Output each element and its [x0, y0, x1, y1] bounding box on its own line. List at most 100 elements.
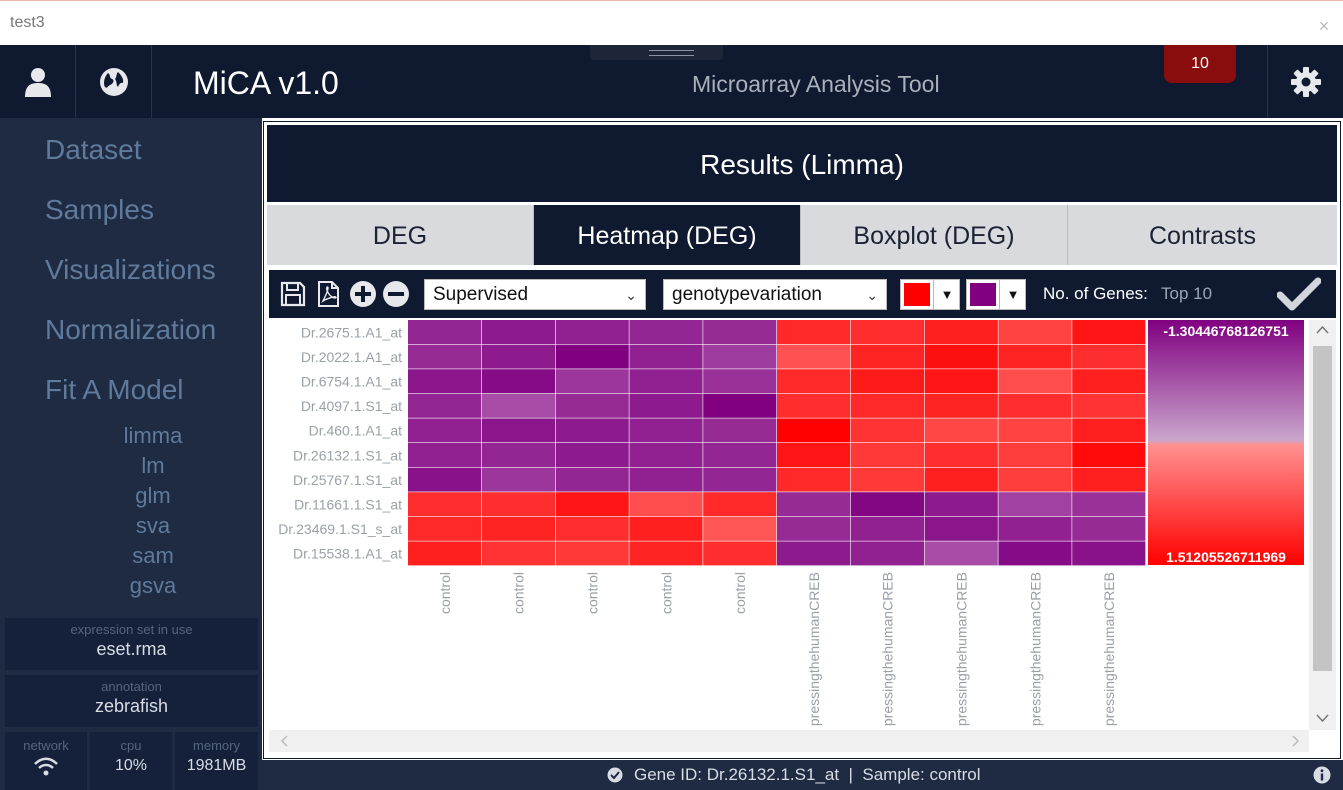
heatmap-cell[interactable] [555, 320, 629, 344]
chevron-down-icon[interactable] [1309, 708, 1336, 728]
heatmap-cell[interactable] [998, 541, 1072, 566]
heatmap-cell[interactable] [1072, 369, 1146, 394]
genes-count-value[interactable]: Top 10 [1161, 284, 1212, 304]
heatmap-cell[interactable] [998, 492, 1072, 517]
heatmap-cell[interactable] [998, 393, 1072, 418]
heatmap-cell[interactable] [850, 443, 924, 467]
heatmap-cell[interactable] [850, 492, 924, 517]
heatmap-cell[interactable] [703, 320, 777, 344]
vertical-scrollbar[interactable] [1309, 320, 1336, 730]
heatmap-cell[interactable] [408, 541, 482, 566]
sidebar-subitem-gsva[interactable]: gsva [22, 573, 284, 599]
heatmap-cell[interactable] [481, 467, 555, 492]
heatmap-cell[interactable] [629, 418, 703, 443]
sidebar-subitem-lm[interactable]: lm [22, 453, 284, 479]
sidebar-subitem-glm[interactable]: glm [22, 483, 284, 509]
heatmap-cell[interactable] [703, 344, 777, 369]
heatmap-cell[interactable] [703, 467, 777, 492]
heatmap-cell[interactable] [629, 516, 703, 541]
heatmap-cell[interactable] [555, 492, 629, 517]
heatmap-cell[interactable] [998, 467, 1072, 492]
sidebar-item-samples[interactable]: Samples [45, 194, 154, 226]
sidebar-subitem-sva[interactable]: sva [22, 513, 284, 539]
heatmap-cell[interactable] [777, 492, 851, 517]
heatmap-cell[interactable] [924, 467, 998, 492]
heatmap-cell[interactable] [998, 320, 1072, 344]
heatmap-cell[interactable] [998, 344, 1072, 369]
heatmap-cell[interactable] [924, 541, 998, 566]
heatmap-cell[interactable] [555, 541, 629, 566]
heatmap-cell[interactable] [555, 393, 629, 418]
heatmap-cell[interactable] [850, 467, 924, 492]
sidebar-item-visualizations[interactable]: Visualizations [45, 254, 216, 286]
heatmap-cell[interactable] [629, 492, 703, 517]
heatmap-cell[interactable] [408, 443, 482, 467]
pdf-icon[interactable] [314, 280, 342, 308]
heatmap-cell[interactable] [924, 418, 998, 443]
heatmap-cell[interactable] [555, 344, 629, 369]
tab-deg[interactable]: DEG [267, 205, 534, 265]
heatmap-cell[interactable] [1072, 320, 1146, 344]
drag-handle[interactable] [590, 45, 723, 60]
heatmap-cell[interactable] [850, 369, 924, 394]
sidebar-item-dataset[interactable]: Dataset [45, 134, 142, 166]
heatmap-cell[interactable] [555, 467, 629, 492]
heatmap-cell[interactable] [777, 320, 851, 344]
chevron-right-icon[interactable] [1285, 730, 1305, 752]
heatmap-cell[interactable] [555, 369, 629, 394]
heatmap-cell[interactable] [998, 443, 1072, 467]
heatmap-cell[interactable] [481, 516, 555, 541]
heatmap-cell[interactable] [629, 369, 703, 394]
heatmap-cell[interactable] [481, 369, 555, 394]
close-icon[interactable]: × [1311, 13, 1337, 39]
heatmap-cell[interactable] [481, 541, 555, 566]
heatmap-cell[interactable] [998, 369, 1072, 394]
heatmap-cell[interactable] [629, 344, 703, 369]
heatmap-cell[interactable] [629, 320, 703, 344]
caret-down-icon[interactable]: ▼ [933, 280, 960, 309]
caret-down-icon[interactable]: ▼ [999, 280, 1026, 309]
grouping-select[interactable]: genotypevariation ⌄ [663, 279, 887, 310]
heatmap-cell[interactable] [408, 418, 482, 443]
heatmap-cell[interactable] [555, 516, 629, 541]
heatmap-cell[interactable] [629, 541, 703, 566]
heatmap-cell[interactable] [998, 516, 1072, 541]
heatmap-cell[interactable] [777, 369, 851, 394]
heatmap-cell[interactable] [703, 492, 777, 517]
settings-button[interactable] [1267, 45, 1343, 118]
sidebar-subitem-sam[interactable]: sam [22, 543, 284, 569]
heatmap-cell[interactable] [408, 492, 482, 517]
heatmap-cell[interactable] [408, 393, 482, 418]
heatmap-cell[interactable] [777, 393, 851, 418]
heatmap-cell[interactable] [1072, 516, 1146, 541]
zoom-out-icon[interactable] [382, 280, 410, 308]
save-icon[interactable] [279, 280, 307, 308]
heatmap-cell[interactable] [703, 369, 777, 394]
heatmap-cell[interactable] [850, 393, 924, 418]
heatmap-cell[interactable] [555, 443, 629, 467]
heatmap-cell[interactable] [1072, 492, 1146, 517]
heatmap-cell[interactable] [408, 369, 482, 394]
globe-button[interactable] [76, 45, 152, 118]
notification-badge[interactable]: 10 [1164, 45, 1236, 83]
heatmap-cell[interactable] [703, 418, 777, 443]
heatmap-cell[interactable] [408, 467, 482, 492]
horizontal-scrollbar[interactable] [269, 730, 1309, 752]
heatmap-cell[interactable] [481, 418, 555, 443]
heatmap-cell[interactable] [924, 320, 998, 344]
heatmap-cell[interactable] [924, 516, 998, 541]
heatmap-cell[interactable] [850, 418, 924, 443]
heatmap-cell[interactable] [703, 541, 777, 566]
heatmap-cell[interactable] [703, 516, 777, 541]
clustering-select[interactable]: Supervised ⌄ [424, 279, 646, 310]
heatmap-cell[interactable] [703, 393, 777, 418]
heatmap-cell[interactable] [924, 344, 998, 369]
heatmap-cell[interactable] [924, 393, 998, 418]
heatmap-cell[interactable] [629, 393, 703, 418]
chevron-up-icon[interactable] [1309, 320, 1336, 340]
heatmap-cell[interactable] [777, 443, 851, 467]
heatmap-cell[interactable] [1072, 541, 1146, 566]
tab-heatmap-deg[interactable]: Heatmap (DEG) [534, 205, 801, 265]
sidebar-item-fit-a-model[interactable]: Fit A Model [45, 374, 184, 406]
heatmap-cell[interactable] [408, 516, 482, 541]
